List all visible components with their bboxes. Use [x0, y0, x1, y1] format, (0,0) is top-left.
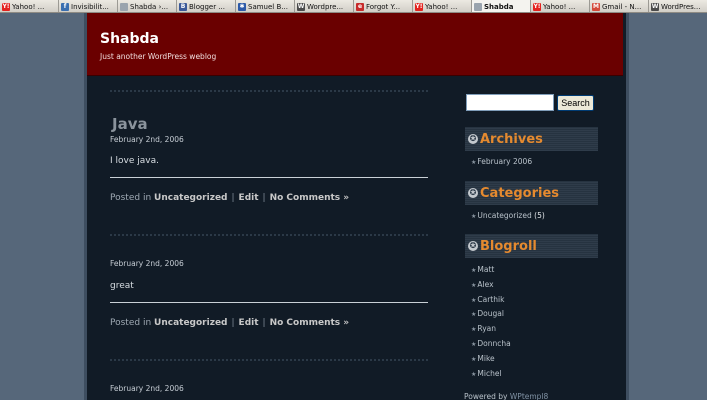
post-date: February 2nd, 2006 [110, 384, 184, 393]
edit-link[interactable]: Edit [239, 193, 259, 203]
blogroll-item[interactable]: ★Dougal [471, 309, 504, 318]
browser-tab-label: Wordpre... [307, 2, 344, 11]
category-item[interactable]: ★Uncategorized (5) [471, 211, 545, 220]
star-bullet-icon: ★ [471, 267, 477, 274]
site-header: Shabda Just another WordPress weblog [87, 13, 623, 76]
browser-tab-label: Yahoo! ... [425, 2, 458, 11]
post-meta: Posted in Uncategorized | Edit | No Comments… [110, 318, 349, 328]
ebay-icon: e [356, 2, 364, 11]
browser-tab-label: Samuel B... [248, 2, 288, 11]
blogroll-item[interactable]: ★Michel [471, 369, 502, 378]
post-divider [110, 234, 428, 236]
browser-tab-label: Invisibilit... [71, 2, 109, 11]
post-body: I love java. [110, 156, 159, 166]
blogroll-item[interactable]: ★Donncha [471, 339, 511, 348]
browser-tab[interactable]: Y! Yahoo! ... [0, 0, 59, 12]
wordpress-icon: W [297, 2, 305, 11]
search-button[interactable]: Search [557, 95, 594, 111]
browser-tab-label: Shabda [484, 2, 514, 11]
comments-link[interactable]: No Comments » [270, 193, 350, 203]
browser-tab-bar: Y! Yahoo! ... f Invisibilit... Shabda ›... B B… [0, 0, 707, 13]
browser-tab-label: Gmail - N... [602, 2, 642, 11]
post-body: great [110, 281, 134, 291]
browser-tab[interactable]: e Forgot Y... [354, 0, 413, 12]
browser-tab-label: Forgot Y... [366, 2, 401, 11]
star-bullet-icon: ★ [471, 311, 477, 319]
browser-tab-label: Shabda ›... [130, 2, 169, 11]
browser-tab[interactable]: ✱ Samuel B... [236, 0, 295, 12]
post-divider [110, 359, 428, 361]
blogroll-title: Blogroll [480, 238, 537, 254]
categories-title: Categories [480, 185, 560, 201]
post-rule [110, 177, 428, 178]
archive-item[interactable]: ★February 2006 [471, 157, 532, 166]
browser-tab[interactable]: f Invisibilit... [59, 0, 118, 12]
blogroll-item[interactable]: ★Carthik [471, 295, 504, 304]
star-bullet-icon: ★ [471, 326, 477, 334]
browser-tab-label: Yahoo! ... [12, 2, 45, 11]
post-date: February 2nd, 2006 [110, 259, 184, 268]
posted-in-label: Posted in [110, 318, 152, 328]
star-bullet-icon: ★ [471, 341, 477, 348]
meta-separator: | [262, 318, 266, 328]
site-title[interactable]: Shabda [100, 31, 159, 47]
blogroll-item[interactable]: ★Alex [471, 280, 494, 289]
browser-tab[interactable]: Shabda ›... [118, 0, 177, 12]
archives-title: Archives [480, 131, 543, 147]
browser-tab[interactable]: Y! Yahoo! ... [413, 0, 472, 12]
browser-tab-label: WordPres... [661, 2, 701, 11]
star-bullet-icon: ★ [471, 281, 477, 289]
browser-tab[interactable]: M Gmail - N... [590, 0, 649, 12]
star-bullet-icon: ★ [471, 213, 477, 220]
browser-tab[interactable]: W WordPres... [649, 0, 707, 12]
blogger-icon: B [179, 2, 187, 11]
blogroll-item[interactable]: ★Matt [471, 265, 494, 274]
blogroll-item[interactable]: ★Mike [471, 354, 495, 363]
search-input[interactable] [466, 94, 554, 111]
categories-heading: ✪ Categories [465, 181, 598, 205]
meta-separator: | [262, 193, 266, 203]
page-icon [474, 2, 482, 11]
archives-heading: ✪ Archives [465, 127, 598, 151]
star-bullet-icon: ★ [471, 355, 477, 363]
feed-icon: f [61, 2, 69, 11]
star-icon: ✱ [238, 2, 246, 11]
yahoo-icon: Y! [533, 2, 541, 11]
browser-tab[interactable]: Y! Yahoo! ... [531, 0, 590, 12]
bullet-circle-icon: ✪ [468, 241, 478, 251]
page-icon [120, 2, 128, 11]
post-meta: Posted in Uncategorized | Edit | No Comments… [110, 193, 349, 203]
edit-link[interactable]: Edit [239, 318, 259, 328]
browser-tab-label: Blogger ... [189, 2, 226, 11]
star-bullet-icon: ★ [471, 370, 477, 378]
meta-separator: | [231, 193, 235, 203]
post-divider [110, 90, 428, 92]
star-bullet-icon: ★ [471, 159, 477, 166]
browser-tab[interactable]: B Blogger ... [177, 0, 236, 12]
category-link[interactable]: Uncategorized [154, 193, 227, 203]
post-date: February 2nd, 2006 [110, 135, 184, 144]
post-title[interactable]: Java [112, 115, 148, 133]
browser-tab-label: Yahoo! ... [543, 2, 576, 11]
powered-by: Powered by WPtempl8 [464, 392, 549, 400]
meta-separator: | [231, 318, 235, 328]
wordpress-icon: W [651, 2, 659, 11]
post-rule [110, 302, 428, 303]
browser-tab[interactable]: Shabda [472, 0, 531, 12]
bullet-circle-icon: ✪ [468, 134, 478, 144]
category-link[interactable]: Uncategorized [154, 318, 227, 328]
blogroll-item[interactable]: ★Ryan [471, 324, 496, 333]
gmail-icon: M [592, 2, 600, 11]
star-bullet-icon: ★ [471, 296, 477, 304]
browser-tab[interactable]: W Wordpre... [295, 0, 354, 12]
theme-link[interactable]: WPtempl8 [510, 392, 548, 400]
yahoo-icon: Y! [415, 2, 423, 11]
site-description: Just another WordPress weblog [100, 52, 217, 61]
posted-in-label: Posted in [110, 193, 152, 203]
bullet-circle-icon: ✪ [468, 188, 478, 198]
yahoo-icon: Y! [2, 2, 10, 11]
category-count: (5) [534, 211, 545, 220]
comments-link[interactable]: No Comments » [270, 318, 350, 328]
blogroll-heading: ✪ Blogroll [465, 234, 598, 258]
